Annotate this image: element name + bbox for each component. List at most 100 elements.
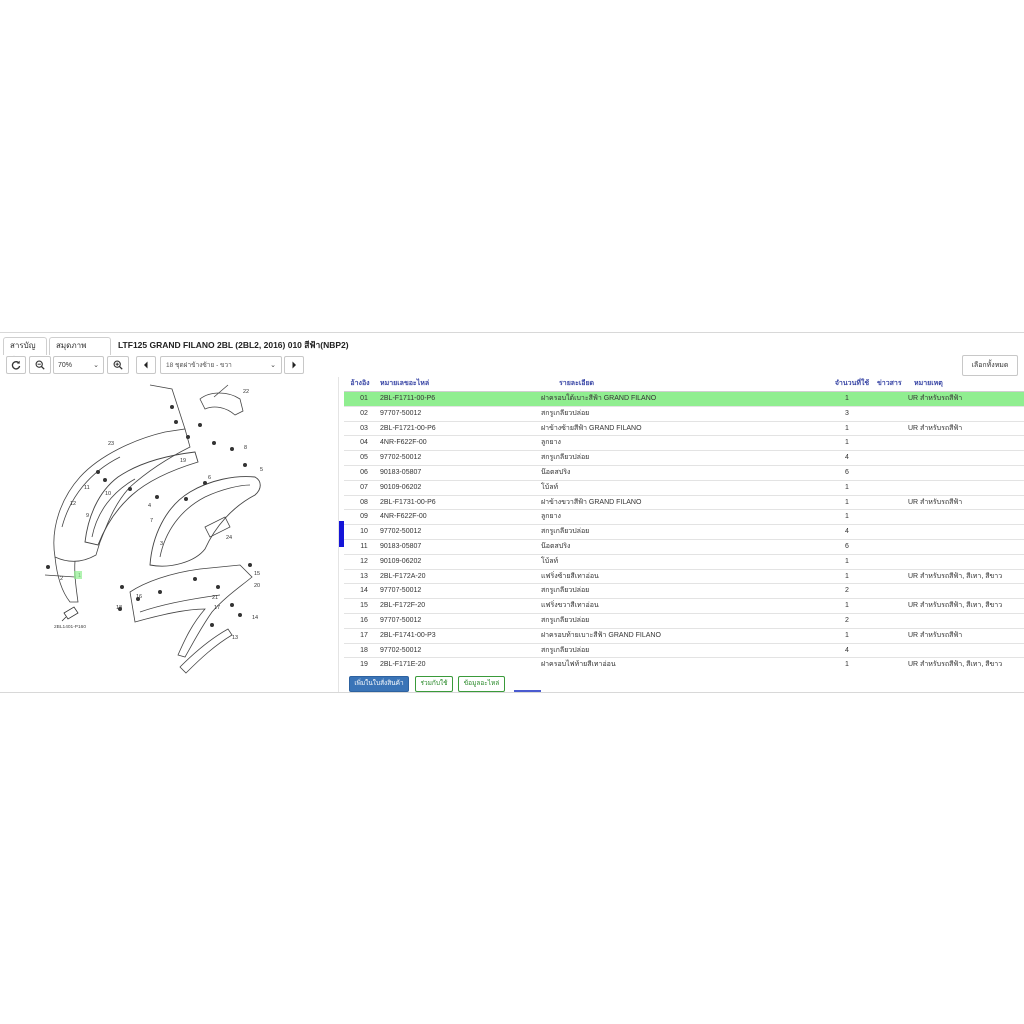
callout-label[interactable]: 16 [136,594,142,600]
callout-label[interactable]: 23 [108,441,114,447]
cell-quantity: 1 [845,631,849,639]
table-row[interactable]: 16 97707-50012 สกรูเกลียวปล่อย 2 [344,614,1024,629]
cell-part-no: 97702-50012 [380,454,422,462]
next-page-button[interactable] [284,356,304,374]
cell-ref: 09 [360,513,368,521]
table-row[interactable]: 05 97702-50012 สกรูเกลียวปล่อย 4 [344,451,1024,466]
callout-label[interactable]: 19 [180,458,186,464]
table-row[interactable]: 18 97702-50012 สกรูเกลียวปล่อย 4 [344,644,1024,659]
refresh-icon [11,360,21,370]
cell-quantity: 1 [845,395,849,402]
table-row[interactable]: 02 97707-50012 สกรูเกลียวปล่อย 3 [344,407,1024,422]
table-row[interactable]: 11 90183-05807 น๊อตสปริง 6 [344,540,1024,555]
callout-label[interactable]: 20 [254,583,260,589]
callout-label[interactable]: 8 [244,445,247,451]
zoom-out-icon [35,360,45,370]
column-header-description[interactable]: รายละเอียด [559,377,849,392]
callout-label[interactable]: 3 [160,541,163,547]
cell-quantity: 1 [845,572,849,580]
cell-note: UR สำหรับรถสีฟ้า, สีเทา, สีขาว [908,661,1003,669]
cell-description: ฝาข้างซ้ายสีฟ้า GRAND FILANO [541,424,642,432]
callout-label[interactable]: 11 [84,485,90,491]
table-row[interactable]: 12 90109-06202 โบ้ลท์ 1 [344,555,1024,570]
table-row[interactable]: 04 4NR-F622F-00 ลูกยาง 1 [344,436,1024,452]
part-info-button[interactable]: ข้อมูลอะไหล่ [458,676,505,692]
scroll-indicator [514,690,541,692]
callout-label[interactable]: 13 [232,635,238,641]
column-header-part-no[interactable]: หมายเลขอะไหล่ [380,377,550,392]
cell-ref: 04 [360,439,368,447]
cell-quantity: 1 [845,498,849,506]
selected-callout-highlight [74,571,82,579]
used-with-button[interactable]: ร่วมกับใช้ [415,676,453,692]
table-row[interactable]: 13 2BL-F172A-20 แฟริ่งซ้ายสีเทาอ่อน 1 UR สำห… [344,570,1024,585]
zoom-in-button[interactable] [107,356,129,374]
callout-label[interactable]: 2 [60,576,63,582]
cell-part-no: 97702-50012 [380,528,422,536]
table-row[interactable]: 01 2BL-F1711-00-P6 ฝาครอบใต้เบาะสีฟ้า GRAN… [344,392,1024,407]
table-row[interactable]: 19 2BL-F171E-20 ฝาครอบไฟท้ายสีเทาอ่อน 1 UR ส… [344,658,1024,672]
zoom-out-button[interactable] [29,356,51,374]
cell-ref: 08 [360,498,368,506]
table-row[interactable]: 09 4NR-F622F-00 ลูกยาง 1 [344,510,1024,526]
table-row[interactable]: 06 90183-05807 น๊อตสปริง 6 [344,466,1024,481]
cell-description: ฝาครอบไฟท้ายสีเทาอ่อน [541,661,616,669]
column-header-ref[interactable]: อ้างอิง [346,377,374,392]
tab-account-list[interactable]: สารบัญชื่อ [3,337,47,366]
callout-label[interactable]: 24 [226,535,232,541]
table-row[interactable]: 14 97707-50012 สกรูเกลียวปล่อย 2 [344,584,1024,600]
cell-description: โบ้ลท์ [541,483,559,491]
cell-quantity: 1 [845,602,849,610]
page-title: LTF125 GRAND FILANO 2BL (2BL2, 2016) 010… [118,340,349,350]
column-header-news[interactable]: ข่าวสาร [877,377,907,392]
cell-description: ฝาครอบท้ายเบาะสีฟ้า GRAND FILANO [541,631,661,639]
parts-diagram-panel[interactable]: 1 2 3 4 5 6 7 8 9 10 11 12 13 14 15 16 1… [0,377,339,693]
cell-quantity: 3 [845,409,849,417]
cell-ref: 01 [360,395,368,402]
front-direction-icon [61,606,79,622]
page-value: 18 ชุดฝาข้างซ้าย - ขวา [166,362,232,369]
refresh-button[interactable] [6,356,26,374]
zoom-select[interactable]: 70% ⌄ [53,356,104,374]
cell-note: UR สำหรับรถสีฟ้า [908,424,963,432]
page-select[interactable]: 18 ชุดฝาข้างซ้าย - ขวา ⌄ [160,356,282,374]
callout-label[interactable]: 18 [116,605,122,611]
callout-label[interactable]: 7 [150,518,153,524]
table-row[interactable]: 10 97702-50012 สกรูเกลียวปล่อย 4 [344,525,1024,540]
exploded-parts-diagram[interactable]: 1 2 3 4 5 6 7 8 9 10 11 12 13 14 15 16 1… [0,377,339,693]
add-to-order-button[interactable]: เพิ่มในใบสั่งสินค้า [349,676,409,692]
tab-parts-catalog[interactable]: สมุดภาพอะไหล่ [49,337,111,366]
table-row[interactable]: 03 2BL-F1721-00-P6 ฝาข้างซ้ายสีฟ้า GRAND F… [344,422,1024,437]
callout-label[interactable]: 9 [86,513,89,519]
zoom-value: 70% [58,361,73,369]
cell-part-no: 2BL-F1731-00-P6 [380,498,436,506]
cell-quantity: 2 [845,587,849,595]
table-row[interactable]: 15 2BL-F172F-20 แฟริ่งขวาสีเทาอ่อน 1 UR สำหร… [344,599,1024,614]
table-row[interactable]: 08 2BL-F1731-00-P6 ฝาข้างขวาสีฟ้า GRAND FI… [344,496,1024,511]
cell-note: UR สำหรับรถสีฟ้า [908,395,963,402]
callout-label[interactable]: 22 [243,389,249,395]
cell-description: น๊อตสปริง [541,469,571,476]
callout-label[interactable]: 21 [212,595,218,601]
callout-label[interactable]: 12 [70,501,76,507]
table-row[interactable]: 17 2BL-F1741-00-P3 ฝาครอบท้ายเบาะสีฟ้า GRA… [344,629,1024,644]
select-all-button[interactable]: เลือกทั้งหมด [962,355,1018,376]
cell-description: ลูกยาง [541,439,561,447]
callout-label[interactable]: 10 [105,491,111,497]
cell-part-no: 2BL-F1711-00-P6 [380,395,436,402]
column-header-note[interactable]: หมายเหตุ [914,377,1024,392]
callout-label[interactable]: 5 [260,467,263,473]
cell-note: UR สำหรับรถสีฟ้า [908,498,963,506]
previous-page-button[interactable] [136,356,156,374]
callout-label[interactable]: 4 [148,503,151,509]
table-row[interactable]: 07 90109-06202 โบ้ลท์ 1 [344,481,1024,496]
cell-note: UR สำหรับรถสีฟ้า [908,631,963,639]
column-header-quantity[interactable]: จำนวนที่ใช้ [830,377,874,392]
cell-part-no: 2BL-F1741-00-P3 [380,631,436,639]
callout-label[interactable]: 15 [254,571,260,577]
cell-ref: 13 [360,572,368,580]
callout-label[interactable]: 17 [214,605,220,611]
callout-label[interactable]: 14 [252,615,258,621]
parts-table: อ้างอิง หมายเลขอะไหล่ รายละเอียด จำนวนที… [344,377,1024,672]
callout-label[interactable]: 6 [208,475,211,481]
